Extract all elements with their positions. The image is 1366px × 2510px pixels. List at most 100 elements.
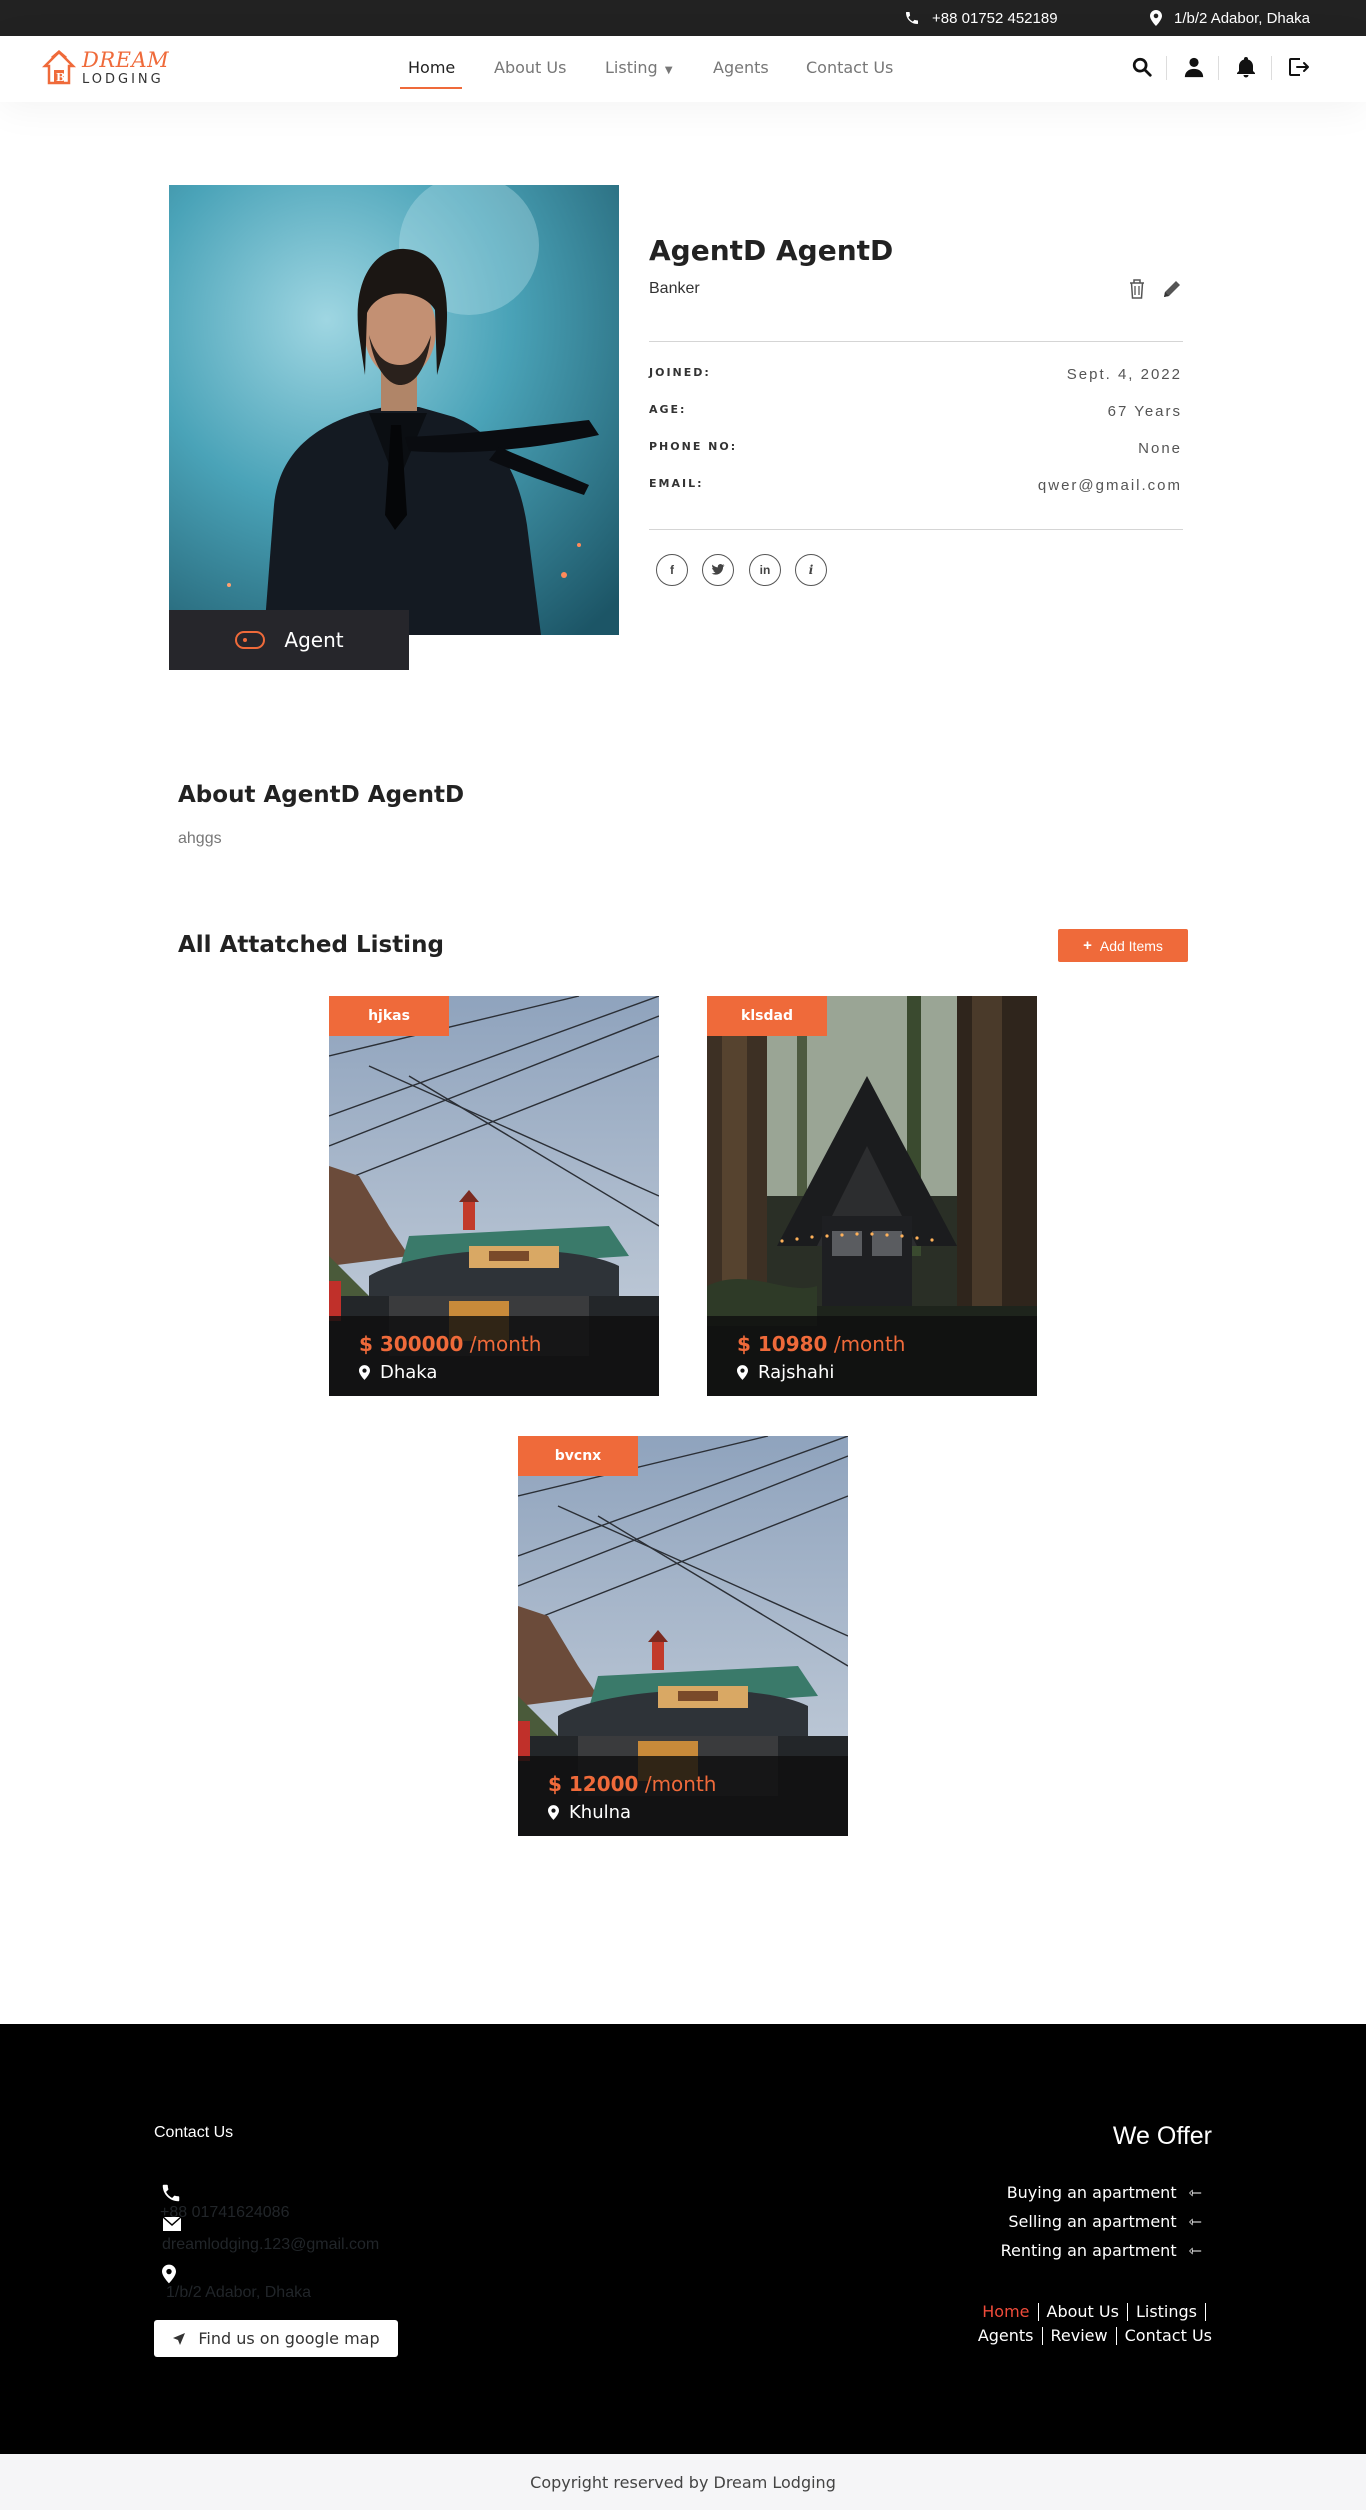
nav-divider [1218,56,1219,80]
listing-price: $ 12000 /month [548,1772,848,1796]
listing-price-period: /month [833,1332,906,1356]
link-separator [1205,2302,1206,2321]
topbar-address[interactable]: 1/b/2 Adabor, Dhaka [1150,0,1310,36]
add-items-button[interactable]: + Add Items [1058,929,1188,962]
add-items-label: Add Items [1099,937,1163,954]
nav-divider [1271,56,1272,80]
footer-links-row-2: Agents Review Contact Us [978,2326,1212,2345]
listing-section-title: All Attatched Listing [178,932,444,958]
offer-selling[interactable]: Selling an apartment ⇽ [1008,2212,1202,2231]
facebook-icon[interactable]: f [656,554,688,586]
footer-link-about-us[interactable]: About Us [1047,2302,1119,2321]
navigation-arrow-icon [173,2332,186,2345]
arrow-left-icon: ⇽ [1188,2212,1202,2231]
footer-email[interactable]: dreamlodging.123@gmail.com [162,2236,379,2254]
age-label: AGE: [649,403,687,416]
info-icon[interactable]: i [795,554,827,586]
listing-price: $ 300000 /month [359,1332,659,1356]
nav-agents[interactable]: Agents [713,58,769,77]
trash-icon[interactable] [1128,278,1146,300]
agent-name: AgentD AgentD [649,234,894,267]
listing-info-overlay: $ 300000 /month Dhaka [329,1316,659,1396]
link-separator [1115,2326,1117,2345]
footer-link-home[interactable]: Home [982,2302,1029,2321]
listing-price-period: /month [644,1772,717,1796]
navbar: B DREAM LODGING Home About Us Listing ▼ … [0,36,1366,102]
location-pin-icon [1150,10,1162,26]
divider-top [649,341,1183,342]
phone-value: None [1138,440,1182,457]
nav-about-us[interactable]: About Us [494,58,566,77]
joined-label: JOINED: [649,366,711,379]
user-icon[interactable] [1183,56,1205,78]
listing-card[interactable]: bvcnx $ 12000 /month Khulna [518,1436,848,1836]
active-nav-indicator [400,87,462,89]
nav-listing[interactable]: Listing ▼ [605,58,673,77]
footer-contact-title: Contact Us [154,2124,234,2141]
link-separator [1037,2302,1039,2321]
footer-offer-title: We Offer [1112,2122,1212,2150]
listing-location-text: Khulna [569,1802,632,1823]
listing-price-period: /month [469,1332,542,1356]
topbar-address-text: 1/b/2 Adabor, Dhaka [1174,9,1310,27]
topbar-phone[interactable]: +88 01752 452189 [904,0,1058,36]
logout-icon[interactable] [1287,56,1311,78]
listing-card[interactable]: hjkas $ 300000 /month Dhaka [329,996,659,1396]
phone-label: PHONE NO: [649,440,738,453]
phone-icon [162,2184,180,2202]
copyright-bar: Copyright reserved by Dream Lodging [0,2454,1366,2510]
divider-bottom [649,529,1183,530]
listing-tag: bvcnx [518,1436,638,1476]
location-pin-icon [737,1365,748,1380]
offer-selling-label: Selling an apartment [1008,2212,1177,2231]
nav-home[interactable]: Home [408,58,455,77]
footer-address: 1/b/2 Adabor, Dhaka [162,2264,311,2302]
twitter-icon[interactable] [702,554,734,586]
edit-pencil-icon[interactable] [1161,278,1183,300]
agent-portrait-image [169,185,619,635]
nav-listing-label: Listing [605,58,658,77]
footer-link-listings[interactable]: Listings [1136,2302,1197,2321]
listing-card[interactable]: klsdad $ 10980 /month Rajshahi [707,996,1037,1396]
listing-price: $ 10980 /month [737,1332,1037,1356]
location-pin-icon [359,1365,370,1380]
arrow-left-icon: ⇽ [1188,2241,1202,2260]
agent-role: Banker [649,280,700,297]
listing-location: Dhaka [359,1362,659,1383]
offer-renting[interactable]: Renting an apartment ⇽ [1001,2241,1202,2260]
footer-link-review[interactable]: Review [1051,2326,1108,2345]
link-separator [1041,2326,1043,2345]
bell-icon[interactable] [1236,56,1256,78]
listing-info-overlay: $ 10980 /month Rajshahi [707,1316,1037,1396]
envelope-icon [162,2216,182,2231]
location-pin-icon [548,1805,559,1820]
location-pin-icon [162,2264,176,2284]
agent-badge-icon [235,631,266,649]
search-icon[interactable] [1131,56,1153,78]
nav-contact-us[interactable]: Contact Us [806,58,893,77]
age-value: 67 Years [1107,403,1182,420]
joined-value: Sept. 4, 2022 [1066,366,1182,383]
footer-link-contact-us[interactable]: Contact Us [1125,2326,1212,2345]
agent-badge-label: Agent [284,628,344,652]
listing-info-overlay: $ 12000 /month Khulna [518,1756,848,1836]
linkedin-icon[interactable]: in [749,554,781,586]
copyright-text: Copyright reserved by Dream Lodging [530,2472,836,2492]
email-value: qwer@gmail.com [1037,477,1182,494]
agent-photo [169,185,619,635]
google-map-button[interactable]: Find us on google map [154,2320,398,2357]
listing-location: Rajshahi [737,1362,1037,1383]
about-title: About AgentD AgentD [178,782,465,808]
phone-icon [906,12,918,24]
link-separator [1126,2302,1128,2321]
offer-buying[interactable]: Buying an apartment ⇽ [1007,2183,1202,2202]
listing-location: Khulna [548,1802,848,1823]
listing-tag: klsdad [707,996,827,1036]
about-text: ahggs [178,830,222,847]
arrow-left-icon: ⇽ [1188,2183,1202,2202]
footer-link-agents[interactable]: Agents [978,2326,1034,2345]
listing-location-text: Rajshahi [758,1362,835,1383]
topbar-phone-text: +88 01752 452189 [932,9,1058,27]
offer-renting-label: Renting an apartment [1000,2241,1177,2260]
footer-links-row-1: Home About Us Listings [982,2302,1206,2321]
